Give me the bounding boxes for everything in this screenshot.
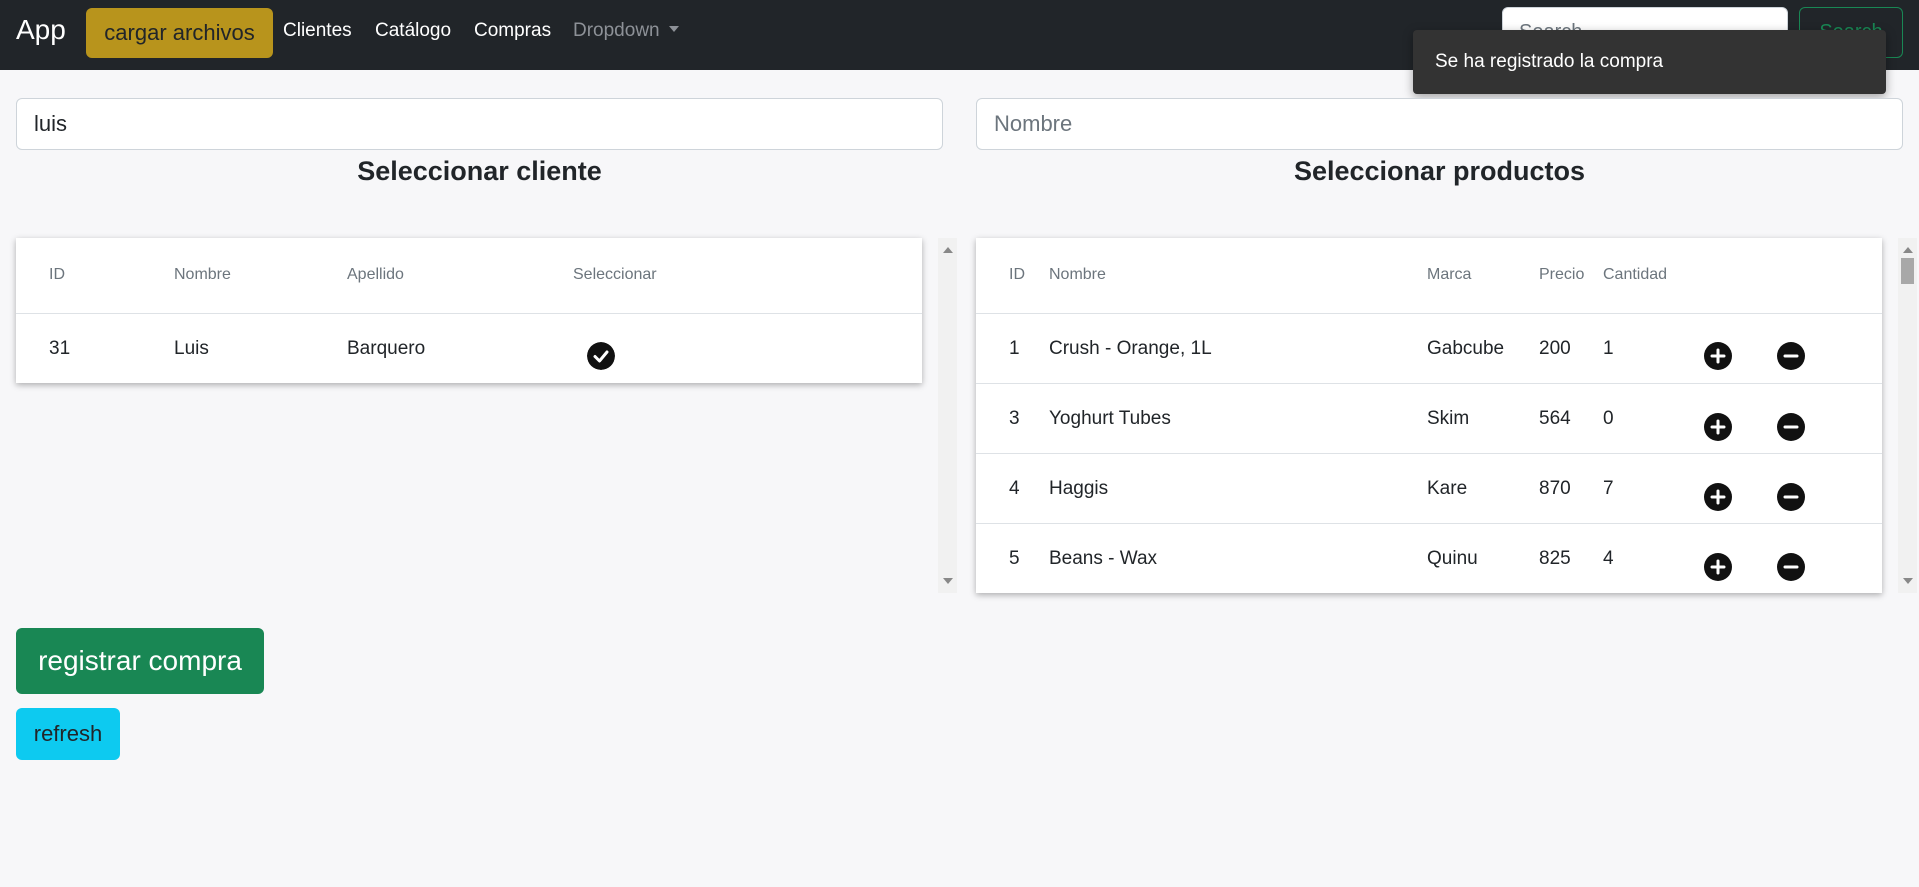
- clients-col-nombre: Nombre: [174, 266, 231, 283]
- plus-circle-icon[interactable]: [1704, 342, 1732, 370]
- minus-circle-icon[interactable]: [1777, 413, 1805, 441]
- toast-notification: Se ha registrado la compra: [1413, 30, 1886, 94]
- chevron-down-icon: [668, 26, 679, 32]
- client-search-input[interactable]: luis: [16, 98, 943, 150]
- product-search-input[interactable]: Nombre: [976, 98, 1903, 150]
- products-col-marca: Marca: [1427, 266, 1472, 283]
- table-divider: [976, 523, 1882, 524]
- products-col-id: ID: [1009, 266, 1025, 283]
- nav-dropdown[interactable]: Dropdown: [573, 20, 679, 42]
- brand-logo[interactable]: App: [16, 14, 66, 46]
- product-cell-precio: 200: [1539, 338, 1571, 359]
- products-section-title: Seleccionar productos: [1293, 156, 1586, 186]
- check-circle-icon[interactable]: [587, 342, 615, 370]
- product-cell-nombre: Beans - Wax: [1049, 548, 1158, 569]
- product-cell-marca: Quinu: [1427, 548, 1478, 569]
- products-scrollbar[interactable]: [1898, 238, 1917, 593]
- client-cell-nombre: Luis: [174, 338, 209, 359]
- product-cell-id: 1: [1009, 338, 1020, 359]
- minus-circle-icon[interactable]: [1777, 483, 1805, 511]
- product-cell-precio: 870: [1539, 478, 1571, 499]
- scroll-down-icon[interactable]: [1903, 578, 1913, 584]
- table-divider: [976, 313, 1882, 314]
- product-cell-nombre: Crush - Orange, 1L: [1049, 338, 1212, 359]
- product-cell-cantidad: 7: [1603, 478, 1614, 499]
- product-cell-id: 5: [1009, 548, 1020, 569]
- scroll-up-icon[interactable]: [1903, 247, 1913, 253]
- client-cell-apellido: Barquero: [347, 338, 426, 359]
- clients-table: [16, 238, 922, 383]
- client-cell-id: 31: [49, 338, 71, 359]
- plus-circle-icon[interactable]: [1704, 413, 1732, 441]
- table-divider: [976, 453, 1882, 454]
- table-divider: [976, 383, 1882, 384]
- product-cell-precio: 564: [1539, 408, 1571, 429]
- products-col-nombre: Nombre: [1049, 266, 1106, 283]
- scroll-down-icon[interactable]: [943, 578, 953, 584]
- minus-circle-icon[interactable]: [1777, 553, 1805, 581]
- products-col-precio: Precio: [1539, 266, 1585, 283]
- nav-link-catalogo[interactable]: Catálogo: [375, 20, 451, 42]
- refresh-button[interactable]: refresh: [16, 708, 120, 760]
- product-cell-precio: 825: [1539, 548, 1571, 569]
- product-cell-nombre: Yoghurt Tubes: [1049, 408, 1171, 429]
- register-purchase-button[interactable]: registrar compra: [16, 628, 264, 694]
- nav-dropdown-label: Dropdown: [573, 20, 660, 41]
- minus-circle-icon[interactable]: [1777, 342, 1805, 370]
- product-cell-cantidad: 1: [1603, 338, 1614, 359]
- product-cell-cantidad: 4: [1603, 548, 1614, 569]
- product-cell-marca: Skim: [1427, 408, 1470, 429]
- product-cell-nombre: Haggis: [1049, 478, 1109, 499]
- nav-link-compras[interactable]: Compras: [474, 20, 551, 42]
- product-cell-cantidad: 0: [1603, 408, 1614, 429]
- upload-files-button[interactable]: cargar archivos: [86, 8, 273, 58]
- product-cell-id: 4: [1009, 478, 1020, 499]
- clients-col-id: ID: [49, 266, 65, 283]
- clients-section-title: Seleccionar cliente: [357, 156, 602, 186]
- scroll-up-icon[interactable]: [943, 247, 953, 253]
- scroll-thumb[interactable]: [1901, 258, 1914, 284]
- clients-scrollbar[interactable]: [938, 238, 957, 593]
- table-divider: [16, 313, 922, 314]
- clients-col-seleccionar: Seleccionar: [573, 266, 657, 283]
- product-cell-id: 3: [1009, 408, 1020, 429]
- product-cell-marca: Kare: [1427, 478, 1468, 499]
- product-cell-marca: Gabcube: [1427, 338, 1505, 359]
- clients-col-apellido: Apellido: [347, 266, 404, 283]
- products-col-cantidad: Cantidad: [1603, 266, 1668, 283]
- plus-circle-icon[interactable]: [1704, 483, 1732, 511]
- nav-link-clientes[interactable]: Clientes: [283, 20, 352, 42]
- plus-circle-icon[interactable]: [1704, 553, 1732, 581]
